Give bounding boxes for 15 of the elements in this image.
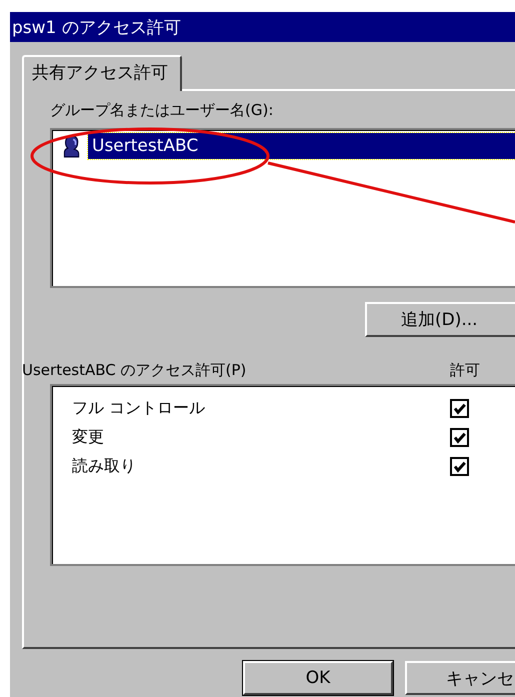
checkbox[interactable]	[450, 399, 469, 418]
allow-column-header: 許可	[450, 361, 480, 380]
permission-name: 変更	[72, 427, 105, 448]
add-button[interactable]: 追加(D)...	[365, 302, 515, 337]
tab[interactable]: 共有アクセス許可	[22, 55, 182, 91]
window-title: psw1 のアクセス許可	[12, 16, 181, 38]
user-item[interactable]: UsertestABC	[88, 133, 515, 159]
checkbox[interactable]	[450, 428, 469, 447]
permission-name: 読み取り	[72, 456, 137, 477]
permissions-label: UsertestABC のアクセス許可(P)	[22, 361, 248, 380]
users-label: グループ名またはユーザー名(G):	[49, 101, 274, 120]
checkbox[interactable]	[450, 457, 469, 476]
cancel-button[interactable]: キャンセ	[405, 661, 515, 695]
permission-name: フル コントロール	[72, 398, 206, 419]
ok-button[interactable]: OK	[243, 661, 393, 695]
